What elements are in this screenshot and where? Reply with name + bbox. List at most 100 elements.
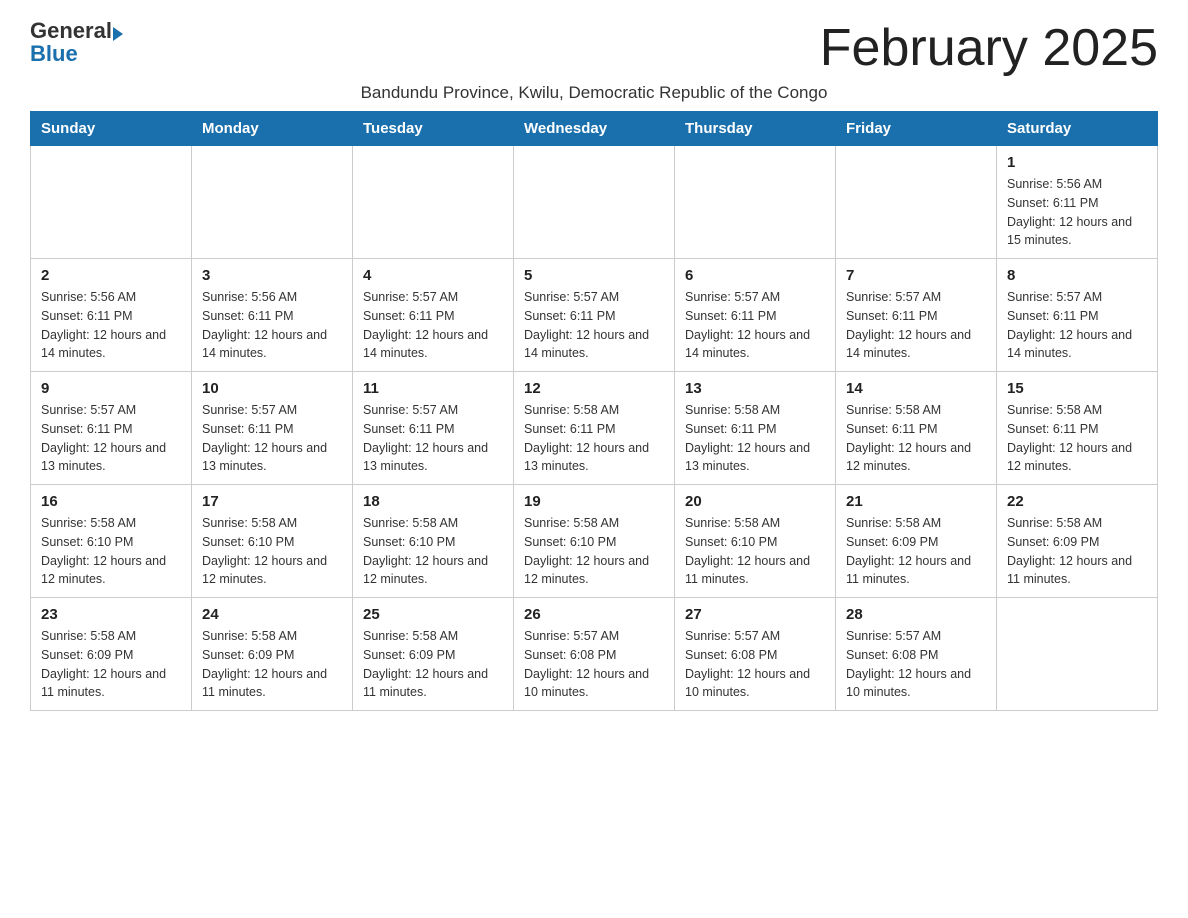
day-info: Sunrise: 5:58 AMSunset: 6:09 PMDaylight:…	[846, 514, 986, 589]
day-number: 16	[41, 493, 181, 510]
day-cell: 11 Sunrise: 5:57 AMSunset: 6:11 PMDayligh…	[353, 372, 514, 485]
day-info: Sunrise: 5:57 AMSunset: 6:11 PMDaylight:…	[685, 288, 825, 363]
month-title: February 2025	[820, 20, 1158, 77]
col-sunday: Sunday	[31, 112, 192, 146]
day-number: 28	[846, 606, 986, 623]
day-number: 27	[685, 606, 825, 623]
day-number: 12	[524, 380, 664, 397]
calendar-table: Sunday Monday Tuesday Wednesday Thursday…	[30, 111, 1158, 711]
day-cell: 25Sunrise: 5:58 AMSunset: 6:09 PMDayligh…	[353, 598, 514, 711]
day-info: Sunrise: 5:56 AMSunset: 6:11 PMDaylight:…	[1007, 175, 1147, 250]
week-row-5: 23 Sunrise: 5:58 AMSunset: 6:09 PMDayligh…	[31, 598, 1158, 711]
header: General Blue February 2025	[30, 20, 1158, 77]
week-row-4: 16 Sunrise: 5:58 AMSunset: 6:10 PMDayligh…	[31, 485, 1158, 598]
col-wednesday: Wednesday	[514, 112, 675, 146]
day-cell: 24 Sunrise: 5:58 AMSunset: 6:09 PMDayligh…	[192, 598, 353, 711]
day-number: 19	[524, 493, 664, 510]
day-info: Sunrise: 5:58 AMSunset: 6:10 PMDaylight:…	[202, 514, 342, 589]
col-friday: Friday	[836, 112, 997, 146]
col-monday: Monday	[192, 112, 353, 146]
day-cell: 13 Sunrise: 5:58 AMSunset: 6:11 PMDayligh…	[675, 372, 836, 485]
day-cell: 18Sunrise: 5:58 AMSunset: 6:10 PMDayligh…	[353, 485, 514, 598]
day-number: 18	[363, 493, 503, 510]
day-cell	[192, 146, 353, 259]
logo: General Blue	[30, 20, 123, 66]
day-number: 15	[1007, 380, 1147, 397]
day-info: Sunrise: 5:57 AMSunset: 6:11 PMDaylight:…	[846, 288, 986, 363]
day-number: 10	[202, 380, 342, 397]
day-info: Sunrise: 5:57 AMSunset: 6:08 PMDaylight:…	[685, 627, 825, 702]
day-number: 5	[524, 267, 664, 284]
day-number: 7	[846, 267, 986, 284]
day-cell: 19 Sunrise: 5:58 AMSunset: 6:10 PMDayligh…	[514, 485, 675, 598]
day-info: Sunrise: 5:57 AMSunset: 6:11 PMDaylight:…	[363, 288, 503, 363]
day-number: 8	[1007, 267, 1147, 284]
day-cell: 9 Sunrise: 5:57 AMSunset: 6:11 PMDaylight…	[31, 372, 192, 485]
day-info: Sunrise: 5:57 AMSunset: 6:08 PMDaylight:…	[524, 627, 664, 702]
day-cell: 23Sunrise: 5:58 AMSunset: 6:09 PMDayligh…	[31, 598, 192, 711]
day-number: 3	[202, 267, 342, 284]
day-cell: 14 Sunrise: 5:58 AMSunset: 6:11 PMDayligh…	[836, 372, 997, 485]
day-info: Sunrise: 5:58 AMSunset: 6:09 PMDaylight:…	[1007, 514, 1147, 589]
day-number: 2	[41, 267, 181, 284]
day-cell	[31, 146, 192, 259]
day-info: Sunrise: 5:57 AMSunset: 6:11 PMDaylight:…	[41, 401, 181, 476]
day-info: Sunrise: 5:58 AMSunset: 6:10 PMDaylight:…	[685, 514, 825, 589]
day-info: Sunrise: 5:57 AMSunset: 6:11 PMDaylight:…	[202, 401, 342, 476]
calendar-header-row: Sunday Monday Tuesday Wednesday Thursday…	[31, 112, 1158, 146]
day-number: 21	[846, 493, 986, 510]
day-cell: 10 Sunrise: 5:57 AMSunset: 6:11 PMDayligh…	[192, 372, 353, 485]
day-info: Sunrise: 5:58 AMSunset: 6:11 PMDaylight:…	[524, 401, 664, 476]
col-tuesday: Tuesday	[353, 112, 514, 146]
day-cell	[836, 146, 997, 259]
week-row-1: 1 Sunrise: 5:56 AMSunset: 6:11 PMDaylight…	[31, 146, 1158, 259]
day-cell: 7 Sunrise: 5:57 AMSunset: 6:11 PMDaylight…	[836, 259, 997, 372]
subtitle: Bandundu Province, Kwilu, Democratic Rep…	[30, 83, 1158, 103]
day-cell	[675, 146, 836, 259]
day-number: 13	[685, 380, 825, 397]
day-number: 6	[685, 267, 825, 284]
day-cell: 21 Sunrise: 5:58 AMSunset: 6:09 PMDayligh…	[836, 485, 997, 598]
day-cell: 2 Sunrise: 5:56 AMSunset: 6:11 PMDaylight…	[31, 259, 192, 372]
day-cell: 16Sunrise: 5:58 AMSunset: 6:10 PMDayligh…	[31, 485, 192, 598]
day-info: Sunrise: 5:58 AMSunset: 6:11 PMDaylight:…	[846, 401, 986, 476]
logo-blue-text: Blue	[30, 41, 78, 66]
day-cell: 20Sunrise: 5:58 AMSunset: 6:10 PMDayligh…	[675, 485, 836, 598]
day-number: 4	[363, 267, 503, 284]
week-row-2: 2 Sunrise: 5:56 AMSunset: 6:11 PMDaylight…	[31, 259, 1158, 372]
col-saturday: Saturday	[997, 112, 1158, 146]
logo-general-text: General	[30, 18, 112, 43]
logo-triangle-icon	[113, 27, 123, 41]
day-cell: 26 Sunrise: 5:57 AMSunset: 6:08 PMDayligh…	[514, 598, 675, 711]
day-info: Sunrise: 5:57 AMSunset: 6:08 PMDaylight:…	[846, 627, 986, 702]
day-number: 24	[202, 606, 342, 623]
day-number: 1	[1007, 154, 1147, 171]
day-info: Sunrise: 5:57 AMSunset: 6:11 PMDaylight:…	[363, 401, 503, 476]
week-row-3: 9 Sunrise: 5:57 AMSunset: 6:11 PMDaylight…	[31, 372, 1158, 485]
day-info: Sunrise: 5:58 AMSunset: 6:09 PMDaylight:…	[363, 627, 503, 702]
day-info: Sunrise: 5:58 AMSunset: 6:09 PMDaylight:…	[202, 627, 342, 702]
day-cell: 3Sunrise: 5:56 AMSunset: 6:11 PMDaylight…	[192, 259, 353, 372]
day-number: 26	[524, 606, 664, 623]
day-cell: 27 Sunrise: 5:57 AMSunset: 6:08 PMDayligh…	[675, 598, 836, 711]
day-cell: 8 Sunrise: 5:57 AMSunset: 6:11 PMDaylight…	[997, 259, 1158, 372]
day-info: Sunrise: 5:56 AMSunset: 6:11 PMDaylight:…	[41, 288, 181, 363]
col-thursday: Thursday	[675, 112, 836, 146]
day-cell: 5 Sunrise: 5:57 AMSunset: 6:11 PMDaylight…	[514, 259, 675, 372]
day-number: 22	[1007, 493, 1147, 510]
day-info: Sunrise: 5:57 AMSunset: 6:11 PMDaylight:…	[1007, 288, 1147, 363]
day-info: Sunrise: 5:57 AMSunset: 6:11 PMDaylight:…	[524, 288, 664, 363]
day-number: 14	[846, 380, 986, 397]
day-cell: 6 Sunrise: 5:57 AMSunset: 6:11 PMDaylight…	[675, 259, 836, 372]
day-number: 17	[202, 493, 342, 510]
logo-blue-row: Blue	[30, 43, 78, 66]
logo-general-row: General	[30, 20, 123, 43]
day-info: Sunrise: 5:58 AMSunset: 6:11 PMDaylight:…	[1007, 401, 1147, 476]
day-number: 11	[363, 380, 503, 397]
day-cell: 17 Sunrise: 5:58 AMSunset: 6:10 PMDayligh…	[192, 485, 353, 598]
day-number: 9	[41, 380, 181, 397]
day-info: Sunrise: 5:58 AMSunset: 6:11 PMDaylight:…	[685, 401, 825, 476]
day-cell: 1 Sunrise: 5:56 AMSunset: 6:11 PMDaylight…	[997, 146, 1158, 259]
day-info: Sunrise: 5:58 AMSunset: 6:10 PMDaylight:…	[524, 514, 664, 589]
day-number: 23	[41, 606, 181, 623]
